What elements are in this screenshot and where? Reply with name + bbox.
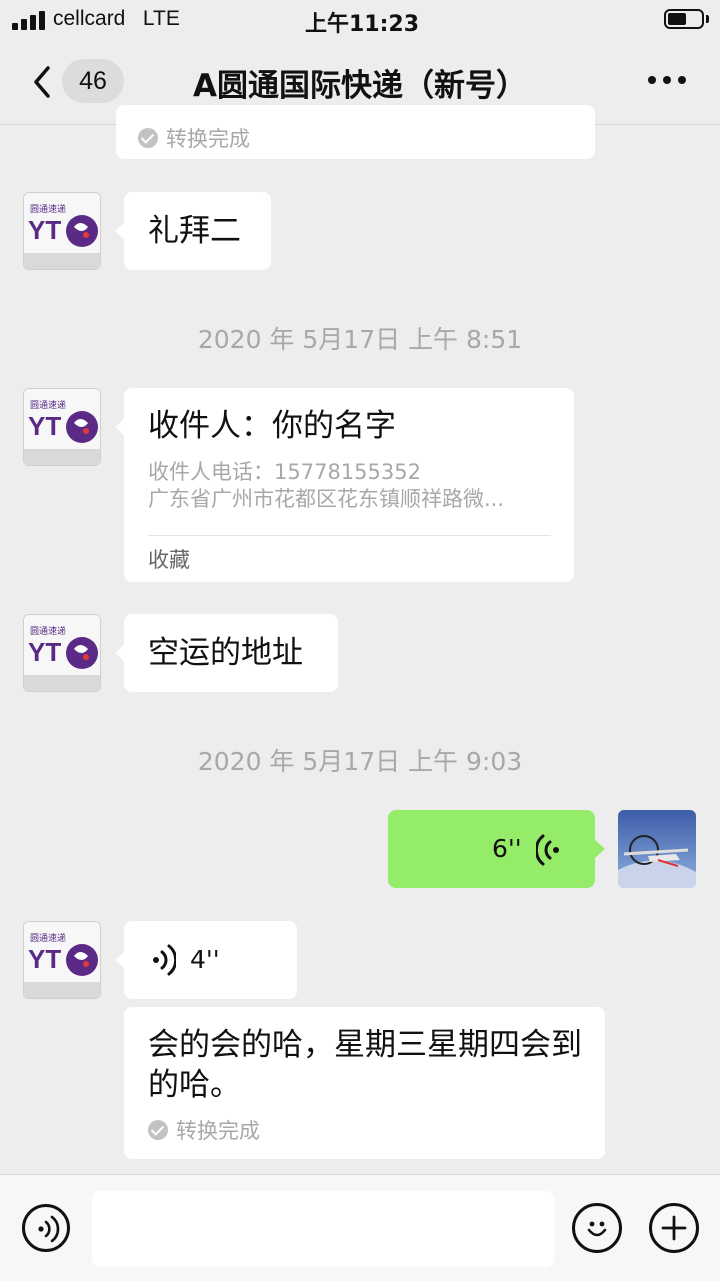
signal-strength-icon — [12, 10, 46, 30]
message-bubble-incoming[interactable]: 空运的地址 — [115, 614, 338, 692]
check-circle-icon — [148, 1120, 168, 1140]
status-time: 上午11:23 — [305, 12, 420, 37]
voice-message-incoming[interactable]: 4'' — [115, 921, 297, 999]
card-title: 收件人：你的名字 — [148, 408, 396, 444]
yto-logo-icon: 圆通速递 YT — [24, 922, 100, 998]
contact-avatar[interactable]: 圆通速递 YT — [23, 614, 101, 692]
plus-icon — [661, 1215, 687, 1241]
contact-avatar[interactable]: 圆通速递 YT — [23, 921, 101, 999]
voice-icon — [38, 1215, 60, 1243]
message-bubble-incoming[interactable]: 礼拜二 — [115, 192, 271, 270]
more-dot-icon — [663, 76, 671, 84]
svg-text:YT: YT — [28, 411, 61, 441]
emoji-button[interactable] — [572, 1203, 622, 1253]
yto-logo-icon: 圆通速递 YT — [24, 193, 100, 269]
timestamp: 2020 年 5月17日 上午 8:51 — [197, 325, 523, 354]
contact-avatar[interactable]: 圆通速递 YT — [23, 388, 101, 466]
back-button[interactable] — [28, 62, 58, 102]
voice-message-outgoing[interactable]: 6'' — [388, 810, 605, 888]
svg-text:YT: YT — [28, 637, 61, 667]
svg-text:YT: YT — [28, 944, 61, 974]
chevron-left-icon — [34, 66, 50, 98]
svg-text:圆通速递: 圆通速递 — [30, 932, 66, 944]
battery-icon — [664, 9, 704, 29]
timestamp: 2020 年 5月17日 上午 9:03 — [197, 747, 523, 776]
transcript-text: 会的会的哈，星期三星期四会到的哈。 — [148, 1027, 582, 1103]
card-address: 广东省广州市花都区花东镇顺祥路微... — [148, 487, 505, 511]
voice-wave-icon — [536, 834, 559, 866]
yto-logo-icon: 圆通速递 YT — [24, 389, 100, 465]
convert-status: 转换完成 — [138, 123, 250, 153]
battery-tip — [706, 15, 709, 23]
voice-duration: 4'' — [190, 945, 220, 974]
message-text: 礼拜二 — [148, 213, 241, 249]
card-footer: 收藏 — [148, 548, 190, 572]
unread-count-badge[interactable]: 46 — [62, 59, 124, 103]
chat-title: A圆通国际快递（新号） — [193, 68, 527, 104]
contact-avatar[interactable]: 圆通速递 YT — [23, 192, 101, 270]
chat-message-list[interactable]: 转换完成 圆通速递 YT 礼拜二 2020 年 5月17日 上午 8:51 圆通… — [0, 105, 720, 1173]
user-photo-icon — [618, 810, 696, 888]
address-card[interactable]: 收件人：你的名字 收件人电话：15778155352 广东省广州市花都区花东镇顺… — [115, 388, 574, 582]
more-options-button[interactable] — [646, 76, 686, 86]
network-type: LTE — [142, 7, 180, 30]
voice-transcript-bubble[interactable]: 会的会的哈，星期三星期四会到的哈。 转换完成 — [124, 1007, 605, 1159]
status-bar: cellcard LTE 上午11:23 — [0, 0, 720, 40]
card-phone: 收件人电话：15778155352 — [148, 460, 421, 484]
message-input[interactable] — [92, 1191, 554, 1267]
carrier-name: cellcard LTE — [53, 7, 180, 30]
smiley-icon — [587, 1221, 607, 1237]
voice-input-button[interactable] — [22, 1204, 70, 1252]
partial-transcript-bubble[interactable]: 转换完成 — [116, 105, 595, 159]
svg-text:圆通速递: 圆通速递 — [30, 399, 66, 411]
more-dot-icon — [648, 76, 656, 84]
check-circle-icon — [138, 128, 158, 148]
input-toolbar — [0, 1174, 720, 1281]
voice-duration: 6'' — [492, 834, 522, 863]
more-dot-icon — [678, 76, 686, 84]
card-divider — [148, 535, 551, 536]
svg-text:圆通速递: 圆通速递 — [30, 203, 66, 215]
add-more-button[interactable] — [649, 1203, 699, 1253]
convert-status: 转换完成 — [148, 1115, 260, 1145]
yto-logo-icon: 圆通速递 YT — [24, 615, 100, 691]
message-text: 空运的地址 — [148, 635, 303, 671]
svg-text:圆通速递: 圆通速递 — [30, 625, 66, 637]
voice-wave-icon — [153, 944, 176, 976]
self-avatar[interactable] — [618, 810, 696, 888]
svg-text:YT: YT — [28, 215, 61, 245]
